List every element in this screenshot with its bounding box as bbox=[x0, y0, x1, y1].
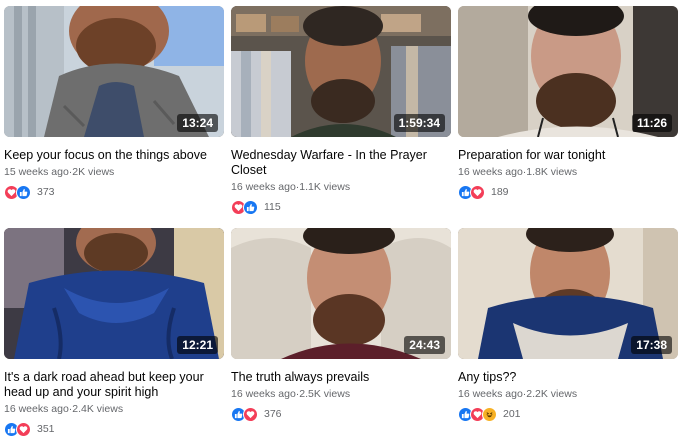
video-meta: 16 weeks ago·2.4K views bbox=[4, 403, 124, 415]
love-icon bbox=[16, 421, 31, 437]
love-icon bbox=[470, 184, 485, 200]
video-title[interactable]: Preparation for war tonight bbox=[458, 148, 678, 163]
like-icon bbox=[16, 184, 31, 200]
reactions-summary[interactable]: 115 bbox=[231, 199, 451, 215]
video-thumbnail[interactable]: 24:43 bbox=[231, 228, 451, 359]
video-thumbnail[interactable]: 17:38 bbox=[458, 228, 678, 359]
video-thumbnail[interactable]: 13:24 bbox=[4, 6, 224, 137]
video-meta: 16 weeks ago·1.1K views bbox=[231, 181, 351, 193]
video-card[interactable]: 24:43 The truth always prevails 16 weeks… bbox=[231, 228, 451, 422]
video-duration: 1:59:34 bbox=[393, 114, 445, 132]
reaction-count[interactable]: 115 bbox=[264, 201, 281, 213]
video-duration: 11:26 bbox=[631, 114, 672, 132]
reactions-summary[interactable]: 373 bbox=[4, 184, 224, 200]
reaction-count[interactable]: 201 bbox=[503, 408, 521, 420]
video-duration: 24:43 bbox=[404, 336, 445, 354]
video-card[interactable]: 11:26 Preparation for war tonight 16 wee… bbox=[458, 6, 678, 200]
video-duration: 13:24 bbox=[177, 114, 218, 132]
video-title[interactable]: It's a dark road ahead but keep your hea… bbox=[4, 370, 224, 400]
video-duration: 17:38 bbox=[631, 336, 672, 354]
video-title[interactable]: Wednesday Warfare - In the Prayer Closet bbox=[231, 148, 451, 178]
video-card[interactable]: 13:24 Keep your focus on the things abov… bbox=[4, 6, 224, 200]
video-card[interactable]: 1:59:34 Wednesday Warfare - In the Praye… bbox=[231, 6, 451, 215]
video-title[interactable]: Keep your focus on the things above bbox=[4, 148, 224, 163]
video-duration: 12:21 bbox=[177, 336, 218, 354]
video-thumbnail[interactable]: 1:59:34 bbox=[231, 6, 451, 137]
reaction-count[interactable]: 373 bbox=[37, 186, 55, 198]
reactions-summary[interactable]: 351 bbox=[4, 421, 224, 437]
video-title[interactable]: The truth always prevails bbox=[231, 370, 451, 385]
video-meta: 15 weeks ago·2K views bbox=[4, 166, 115, 178]
video-card[interactable]: 17:38 Any tips?? 16 weeks ago·2.2K views… bbox=[458, 228, 678, 422]
reactions-summary[interactable]: 376 bbox=[231, 406, 451, 422]
video-meta: 16 weeks ago·1.8K views bbox=[458, 166, 578, 178]
video-meta: 16 weeks ago·2.5K views bbox=[231, 388, 351, 400]
like-icon bbox=[243, 199, 258, 215]
video-grid: 13:24 Keep your focus on the things abov… bbox=[0, 0, 682, 444]
reaction-count[interactable]: 351 bbox=[37, 423, 55, 435]
video-thumbnail[interactable]: 11:26 bbox=[458, 6, 678, 137]
reaction-count[interactable]: 376 bbox=[264, 408, 282, 420]
reaction-count[interactable]: 189 bbox=[491, 186, 509, 198]
haha-icon bbox=[482, 406, 497, 422]
reactions-summary[interactable]: 189 bbox=[458, 184, 678, 200]
video-card[interactable]: 12:21 It's a dark road ahead but keep yo… bbox=[4, 228, 224, 437]
video-thumbnail[interactable]: 12:21 bbox=[4, 228, 224, 359]
reactions-summary[interactable]: 201 bbox=[458, 406, 678, 422]
video-title[interactable]: Any tips?? bbox=[458, 370, 678, 385]
love-icon bbox=[243, 406, 258, 422]
video-meta: 16 weeks ago·2.2K views bbox=[458, 388, 578, 400]
